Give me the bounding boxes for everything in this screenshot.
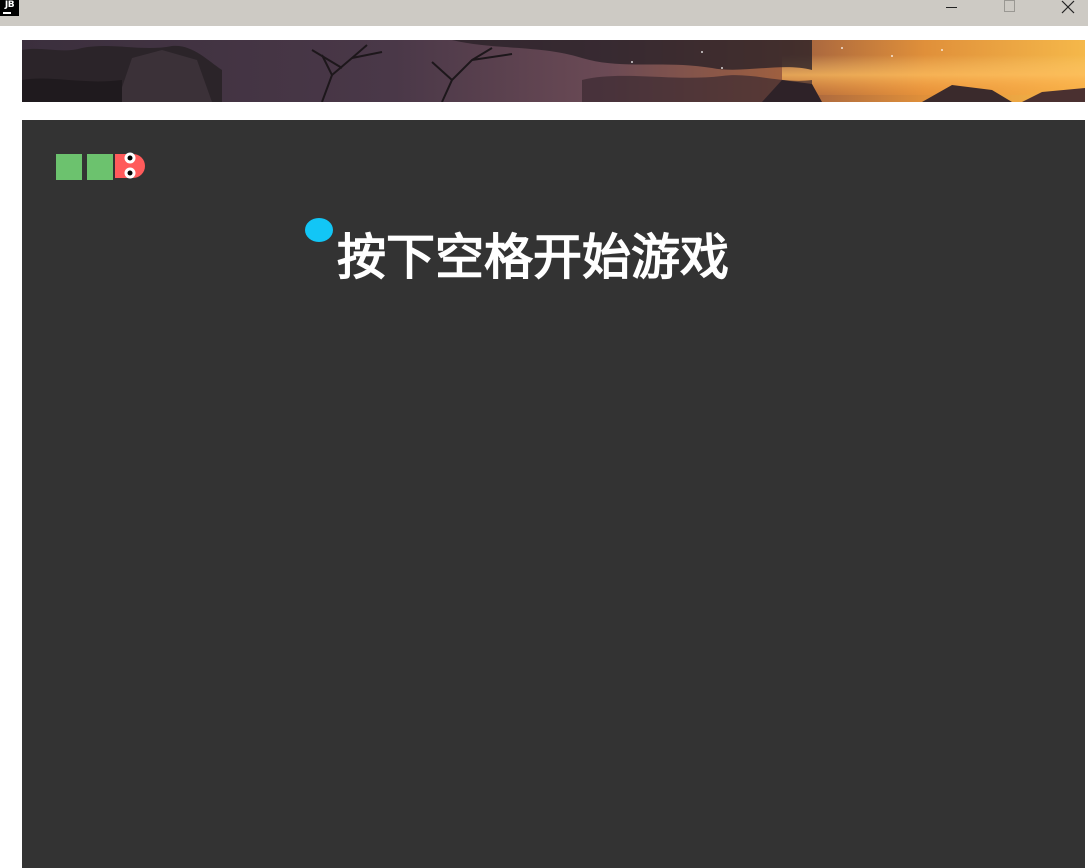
snake-head xyxy=(115,152,145,179)
close-icon xyxy=(1061,0,1075,14)
landscape-banner-image xyxy=(22,40,1085,102)
close-button[interactable] xyxy=(1048,0,1088,16)
minimize-button[interactable] xyxy=(932,0,972,16)
start-prompt: 按下空格开始游戏 xyxy=(336,229,729,286)
maximize-button[interactable] xyxy=(990,0,1030,16)
snake-body-segment xyxy=(56,154,82,180)
app-icon: JB xyxy=(0,0,19,16)
maximize-icon xyxy=(1004,0,1015,12)
window-titlebar: JB xyxy=(0,0,1088,26)
app-icon-label: JB xyxy=(4,0,15,10)
snake-body-segment xyxy=(87,154,113,180)
minimize-icon xyxy=(946,7,957,8)
